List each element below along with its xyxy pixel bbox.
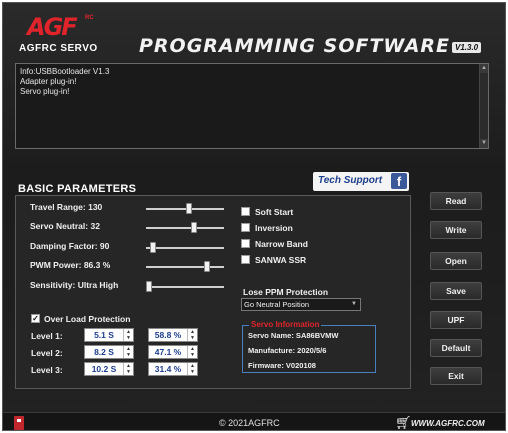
pwm-power-slider[interactable] <box>146 261 224 272</box>
sanwa-ssr-label: SANWA SSR <box>255 255 307 265</box>
spinner-arrows-icon[interactable]: ▲ ▼ <box>187 363 197 375</box>
logo-rc: RC <box>85 15 94 21</box>
copyright: © 2021AGFRC <box>219 418 280 428</box>
usb-icon <box>14 416 24 430</box>
servo-name: Servo Name: SA86BVMW <box>248 331 339 340</box>
ppm-protection-select[interactable]: Go Neutral Position ▼ <box>241 298 361 311</box>
level-1-label: Level 1: <box>31 331 63 341</box>
inversion-checkbox[interactable] <box>241 223 250 232</box>
log-line: Info:USBBootloader V1.3 <box>20 67 110 76</box>
tech-support-button[interactable]: Tech Support f <box>313 172 409 191</box>
log-lines: Info:USBBootloader V1.3 Adapter plug-in!… <box>20 67 109 97</box>
log-line: Adapter plug-in! <box>20 77 77 86</box>
pwm-power-label: PWM Power: 86.3 % <box>30 260 111 270</box>
exit-button[interactable]: Exit <box>430 367 482 385</box>
logo: AGF RC AGFRC SERVO <box>17 13 117 57</box>
log-box[interactable]: Info:USBBootloader V1.3 Adapter plug-in!… <box>15 63 489 149</box>
slider-thumb[interactable] <box>186 203 192 214</box>
scroll-down-icon[interactable]: ▼ <box>480 139 488 148</box>
log-line: Servo plug-in! <box>20 87 70 96</box>
scroll-up-icon[interactable]: ▲ <box>480 64 488 73</box>
footer: © 2021AGFRC 🛒︎ WWW.AGFRC.COM <box>3 412 505 430</box>
app-title: PROGRAMMING SOFTWARE <box>139 35 451 57</box>
tech-support-label: Tech Support <box>318 175 383 186</box>
soft-start-label: Soft Start <box>255 207 294 217</box>
logo-text: AGFRC SERVO <box>19 43 98 54</box>
narrow-band-label: Narrow Band <box>255 239 308 249</box>
servo-firmware: Firmware: V020108 <box>248 361 316 370</box>
spinner-value: 47.1 % <box>154 347 182 357</box>
slider-thumb[interactable] <box>150 242 156 253</box>
servo-neutral-slider[interactable] <box>146 222 224 233</box>
spinner-value: 31.4 % <box>154 364 182 374</box>
sanwa-ssr-checkbox[interactable] <box>241 255 250 264</box>
spinner-arrows-icon[interactable]: ▲ ▼ <box>123 363 133 375</box>
travel-range-label: Travel Range: 130 <box>30 202 103 212</box>
section-title: BASIC PARAMETERS <box>18 183 137 195</box>
servo-neutral-label: Servo Neutral: 32 <box>30 221 100 231</box>
inversion-label: Inversion <box>255 223 293 233</box>
slider-thumb[interactable] <box>191 222 197 233</box>
servo-info-box: Servo Information Servo Name: SA86BVMW M… <box>242 320 376 373</box>
open-button[interactable]: Open <box>430 252 482 270</box>
read-button[interactable]: Read <box>430 192 482 210</box>
upf-button[interactable]: UPF <box>430 311 482 329</box>
ppm-protection-label: Lose PPM Protection <box>243 287 329 297</box>
sensitivity-slider[interactable] <box>146 281 224 292</box>
slider-thumb[interactable] <box>204 261 210 272</box>
facebook-icon: f <box>391 173 407 189</box>
narrow-band-checkbox[interactable] <box>241 239 250 248</box>
spinner-arrows-icon[interactable]: ▲ ▼ <box>123 329 133 341</box>
parameters-panel: Travel Range: 130 Servo Neutral: 32 Damp… <box>15 195 411 389</box>
app-window: AGF RC AGFRC SERVO PROGRAMMING SOFTWARE … <box>2 2 506 431</box>
spinner-arrows-icon[interactable]: ▲ ▼ <box>187 346 197 358</box>
spinner-arrows-icon[interactable]: ▲ ▼ <box>187 329 197 341</box>
spinner-arrows-icon[interactable]: ▲ ▼ <box>123 346 133 358</box>
save-button[interactable]: Save <box>430 282 482 300</box>
level-3-time-spinner[interactable]: 10.2 S ▲ ▼ <box>84 362 134 376</box>
overload-protection-checkbox[interactable]: ✓ <box>31 314 40 323</box>
overload-protection-label: Over Load Protection <box>44 314 131 324</box>
travel-range-slider[interactable] <box>146 203 224 214</box>
website-link[interactable]: WWW.AGFRC.COM <box>411 419 485 428</box>
logo-mark: AGF <box>27 13 78 41</box>
level-2-label: Level 2: <box>31 348 63 358</box>
slider-thumb[interactable] <box>146 281 152 292</box>
level-1-time-spinner[interactable]: 5.1 S ▲ ▼ <box>84 328 134 342</box>
spinner-value: 8.2 S <box>94 347 114 357</box>
version-badge: V1.3.0 <box>452 42 482 53</box>
soft-start-checkbox[interactable] <box>241 207 250 216</box>
servo-info-title: Servo Information <box>249 320 322 329</box>
level-2-percent-spinner[interactable]: 47.1 % ▲ ▼ <box>148 345 198 359</box>
level-2-time-spinner[interactable]: 8.2 S ▲ ▼ <box>84 345 134 359</box>
level-1-percent-spinner[interactable]: 58.8 % ▲ ▼ <box>148 328 198 342</box>
cart-icon[interactable]: 🛒︎ <box>395 415 412 430</box>
chevron-down-icon: ▼ <box>351 301 357 307</box>
damping-factor-slider[interactable] <box>146 242 224 253</box>
write-button[interactable]: Write <box>430 221 482 239</box>
spinner-value: 58.8 % <box>154 330 182 340</box>
spinner-value: 5.1 S <box>94 330 114 340</box>
level-3-label: Level 3: <box>31 365 63 375</box>
sensitivity-label: Sensitivity: Ultra High <box>30 280 119 290</box>
level-3-percent-spinner[interactable]: 31.4 % ▲ ▼ <box>148 362 198 376</box>
default-button[interactable]: Default <box>430 339 482 357</box>
ppm-selected-value: Go Neutral Position <box>244 300 310 309</box>
log-scrollbar[interactable]: ▲ ▼ <box>479 64 488 148</box>
servo-manufacture: Manufacture: 2020/5/6 <box>248 346 327 355</box>
damping-factor-label: Damping Factor: 90 <box>30 241 110 251</box>
spinner-value: 10.2 S <box>91 364 117 374</box>
